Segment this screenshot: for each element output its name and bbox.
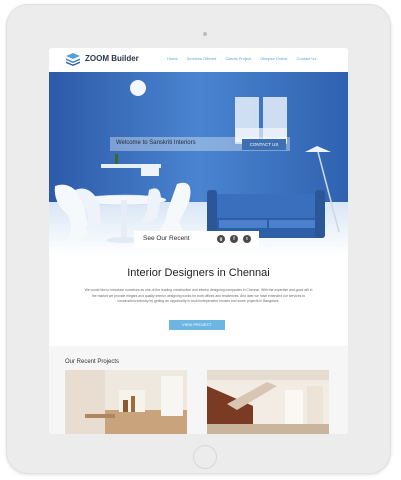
see-recent-label: See Our Recent — [143, 235, 190, 242]
nav-services[interactable]: Services Offered — [187, 56, 217, 61]
camera-dot — [203, 32, 207, 36]
welcome-text: Welcome to Sanskriti Interiors — [116, 140, 196, 146]
nav-contact[interactable]: Contact Us — [297, 56, 317, 61]
title-rest: in Chennai — [214, 267, 270, 279]
facebook-icon[interactable]: f — [230, 235, 238, 243]
google-plus-icon[interactable]: g — [217, 235, 225, 243]
nav-home[interactable]: Home — [167, 56, 178, 61]
project-thumbnail-1[interactable] — [65, 370, 187, 434]
website-screen: ZOOM Builder Home Services Offered Clien… — [49, 48, 348, 434]
top-navbar: ZOOM Builder Home Services Offered Clien… — [49, 48, 348, 72]
brand-name[interactable]: ZOOM Builder — [85, 54, 139, 63]
hero-image: Welcome to Sanskriti Interiors CONTACT U… — [49, 72, 348, 255]
projects-heading: Our Recent Projects — [65, 359, 120, 365]
logo-icon[interactable] — [65, 52, 81, 66]
view-project-button[interactable]: VIEW PROJECT — [169, 320, 225, 330]
intro-description: We would like to introduce ourselves as … — [84, 288, 313, 304]
nav-clients-project[interactable]: Clients Project — [225, 56, 251, 61]
page-title: Interior Designers in Chennai — [49, 267, 348, 279]
home-button[interactable] — [193, 445, 217, 469]
project-2-image — [207, 370, 329, 434]
project-thumbnail-2[interactable] — [207, 370, 329, 434]
project-1-image — [65, 370, 187, 434]
twitter-icon[interactable]: t — [243, 235, 251, 243]
title-strong: Interior Designers — [127, 267, 215, 279]
living-room-illustration — [49, 72, 348, 255]
nav-glimpse-online[interactable]: Glimpse Online — [260, 56, 287, 61]
main-nav: Home Services Offered Clients Project Gl… — [167, 56, 325, 61]
contact-us-button[interactable]: CONTACT US — [242, 139, 286, 150]
